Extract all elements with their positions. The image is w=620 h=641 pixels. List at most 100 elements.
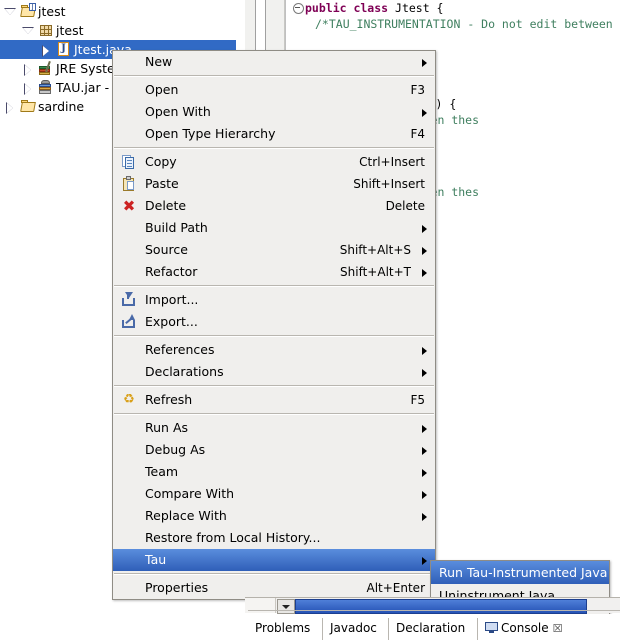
menu-item-copy[interactable]: Copy Ctrl+Insert [113,151,435,173]
chevron-right-icon[interactable] [42,45,51,57]
menu-item-shortcut: Shift+Insert [353,177,425,191]
menu-item-refactor[interactable]: Refactor Shift+Alt+T [113,261,435,283]
menu-item-paste[interactable]: Paste Shift+Insert [113,173,435,195]
menu-item-replace-with[interactable]: Replace With [113,505,435,527]
menu-item-label: Paste [145,176,179,191]
submenu-item-label: Run Tau-Instrumented Java [439,565,608,580]
menu-item-label: Run As [145,420,189,435]
menu-item-shortcut: F5 [410,393,425,407]
menu-item-label: Restore from Local History... [145,530,321,545]
menu-item-open[interactable]: Open F3 [113,79,435,101]
submenu-arrow-icon [422,347,427,355]
menu-item-label: Open With [145,104,211,119]
bottom-tab-label: Problems [255,621,311,635]
menu-item-shortcut: Ctrl+Insert [359,155,425,169]
submenu-arrow-icon [422,269,427,277]
tree-item-label: jtest [56,23,84,38]
project-folder-icon: J [20,3,36,19]
menu-item-label: Declarations [145,364,224,379]
submenu-arrow-icon [422,109,427,117]
delete-icon: ✖ [122,197,136,215]
menu-separator [114,75,434,77]
menu-item-label: Compare With [145,486,235,501]
menu-item-label: Properties [145,580,209,595]
menu-item-build-path[interactable]: Build Path [113,217,435,239]
submenu-arrow-icon [422,247,427,255]
menu-item-label: Debug As [145,442,206,457]
copy-icon [121,154,137,170]
menu-separator [114,413,434,415]
bottom-tab-label: Declaration [396,621,466,635]
bottom-tab-javadoc[interactable]: Javadoc [322,618,384,640]
submenu-arrow-icon [422,59,427,67]
menu-separator [114,285,434,287]
menu-item-refresh[interactable]: ♻ Refresh F5 [113,389,435,411]
scrollbar-arrow-icon[interactable] [277,599,295,614]
code-token: Jtest { [388,1,444,15]
import-icon [121,292,137,308]
menu-item-shortcut: F4 [410,127,425,141]
menu-item-label: Refresh [145,392,193,407]
menu-item-declarations[interactable]: Declarations [113,361,435,383]
submenu-arrow-icon [422,513,427,521]
submenu-arrow-icon [422,425,427,433]
menu-item-references[interactable]: References [113,339,435,361]
menu-item-label: Import... [145,292,199,307]
export-icon [121,314,137,330]
menu-item-label: Open Type Hierarchy [145,126,276,141]
chevron-down-icon[interactable] [22,27,34,36]
chevron-down-icon[interactable] [4,8,16,17]
scrollbar-thumb[interactable] [295,599,587,614]
fold-collapse-icon[interactable] [293,3,304,14]
jar-icon [38,79,54,95]
submenu-item-run-tau-instrumented-java[interactable]: Run Tau-Instrumented Java [431,561,609,584]
menu-item-label: Export... [145,314,198,329]
menu-separator [114,385,434,387]
menu-item-debug-as[interactable]: Debug As [113,439,435,461]
submenu-arrow-icon [422,225,427,233]
menu-item-source[interactable]: Source Shift+Alt+S [113,239,435,261]
context-menu[interactable]: New Open F3 Open With Open Type Hierarchy F4 C… [112,50,436,600]
menu-item-label: Replace With [145,508,227,523]
bottom-tab-console[interactable]: Console ☒ [477,618,570,640]
menu-item-new[interactable]: New [113,51,435,73]
submenu-arrow-icon [422,491,427,499]
chevron-right-icon[interactable] [6,102,15,114]
menu-item-delete[interactable]: ✖ Delete Delete [113,195,435,217]
menu-item-export[interactable]: Export... [113,311,435,333]
tree-item-jtest[interactable]: jtest [0,21,245,40]
chevron-right-icon[interactable] [24,83,33,95]
tree-item-jtest[interactable]: Jjtest [0,2,245,21]
java-file-icon: J [56,41,72,57]
tree-item-label: sardine [38,99,85,114]
menu-item-open-with[interactable]: Open With [113,101,435,123]
bottom-tabs-divider [248,610,620,611]
menu-item-label: Delete [145,198,187,213]
bottom-view-tabbar[interactable]: Problems Javadoc Declaration Console ☒ [248,614,620,641]
bottom-tab-problems[interactable]: Problems [248,618,317,640]
menu-item-tau[interactable]: Tau [113,549,435,571]
code-line: public class Jtest { [305,0,443,16]
library-icon [38,60,54,76]
menu-item-compare-with[interactable]: Compare With [113,483,435,505]
menu-item-restore-from-local-history[interactable]: Restore from Local History... [113,527,435,549]
menu-item-label: Team [145,464,179,479]
menu-item-properties[interactable]: Properties Alt+Enter [113,577,435,599]
code-token: public class [305,1,389,15]
paste-icon [121,176,137,192]
menu-separator [114,147,434,149]
menu-item-label: Source [145,242,188,257]
menu-item-label: Tau [145,552,167,567]
menu-item-open-type-hierarchy[interactable]: Open Type Hierarchy F4 [113,123,435,145]
tree-item-label: TAU.jar - / [56,80,118,95]
menu-separator [114,335,434,337]
chevron-right-icon[interactable] [24,64,33,76]
bottom-tab-declaration[interactable]: Declaration [388,618,472,640]
menu-item-run-as[interactable]: Run As [113,417,435,439]
menu-item-team[interactable]: Team [113,461,435,483]
close-icon[interactable]: ☒ [553,618,563,639]
menu-item-shortcut: Shift+Alt+S [339,243,411,257]
menu-separator [114,573,434,575]
menu-item-label: References [145,342,215,357]
menu-item-import[interactable]: Import... [113,289,435,311]
